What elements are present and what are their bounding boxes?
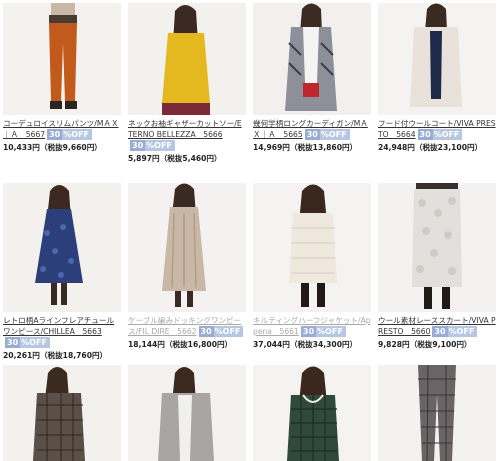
- product-card[interactable]: [253, 365, 371, 461]
- product-title[interactable]: ケーブル編みドッキングワンピース/FIL DIRE 5662 30 %OFF: [128, 315, 246, 337]
- product-price: 37,044円（税抜34,300円）: [253, 340, 358, 349]
- product-price: 10,433円（税抜9,660円）: [3, 143, 102, 152]
- product-title[interactable]: フード付ウールコート/VIVA PRESTO 5664 30 %OFF: [378, 118, 496, 140]
- discount-badge: 30 %OFF: [304, 129, 350, 140]
- product-price: 9,828円（税抜9,100円）: [378, 340, 472, 349]
- product-title[interactable]: 幾何学柄ロングカーディガン/MＡＸ｜Ａ 5665 30 %OFF: [253, 118, 371, 140]
- product-card[interactable]: [3, 365, 121, 461]
- product-card[interactable]: レトロ柄Aラインフレアチュールワンピース/CHILLEA 566330 %OFF …: [3, 183, 121, 361]
- product-price: 14,969円（税抜13,860円）: [253, 143, 358, 152]
- product-image[interactable]: [128, 365, 246, 461]
- product-image[interactable]: [378, 3, 496, 115]
- product-price: 5,897円（税抜5,460円）: [128, 154, 222, 163]
- discount-badge: 30 %OFF: [417, 129, 463, 140]
- discount-badge: 30 %OFF: [5, 337, 50, 348]
- product-card[interactable]: キルティングハーフジャケット/Appena 5661 30 %OFF 37,044円…: [253, 183, 371, 350]
- product-image[interactable]: [3, 365, 121, 461]
- product-image[interactable]: [3, 3, 121, 115]
- product-card[interactable]: [128, 365, 246, 461]
- product-card[interactable]: ネックお袖ギャザーカットソー/ETERNO BELLEZZA 566630 %OF…: [128, 3, 246, 164]
- product-card[interactable]: ケーブル編みドッキングワンピース/FIL DIRE 5662 30 %OFF 18,…: [128, 183, 246, 350]
- product-title[interactable]: キルティングハーフジャケット/Appena 5661 30 %OFF: [253, 315, 371, 337]
- product-image[interactable]: [128, 3, 246, 115]
- product-card[interactable]: [378, 365, 496, 461]
- product-price: 18,144円（税抜16,800円）: [128, 340, 233, 349]
- product-image[interactable]: [378, 183, 496, 312]
- product-title[interactable]: ウール素材レーススカート/VIVA PRESTO 5660 30 %OFF: [378, 315, 496, 337]
- discount-badge: 30 %OFF: [47, 129, 92, 140]
- product-price: 20,261円（税抜18,760円）: [3, 351, 108, 360]
- product-image[interactable]: [3, 183, 121, 312]
- discount-badge: 30 %OFF: [198, 326, 244, 337]
- product-card[interactable]: 幾何学柄ロングカーディガン/MＡＸ｜Ａ 5665 30 %OFF 14,969円（税…: [253, 3, 371, 153]
- product-title[interactable]: コーデュロイスリムパンツ/MＡＸ｜Ａ 5667 30 %OFF: [3, 118, 121, 140]
- product-card[interactable]: ウール素材レーススカート/VIVA PRESTO 5660 30 %OFF 9,82…: [378, 183, 496, 350]
- product-price: 24,948円（税抜23,100円）: [378, 143, 483, 152]
- product-image[interactable]: [253, 183, 371, 312]
- product-image[interactable]: [253, 365, 371, 461]
- discount-badge: 30 %OFF: [130, 140, 175, 151]
- product-card[interactable]: フード付ウールコート/VIVA PRESTO 5664 30 %OFF 24,948…: [378, 3, 496, 153]
- product-title[interactable]: ネックお袖ギャザーカットソー/ETERNO BELLEZZA 566630 %OF…: [128, 118, 246, 151]
- product-image[interactable]: [253, 3, 371, 115]
- product-title[interactable]: レトロ柄Aラインフレアチュールワンピース/CHILLEA 566330 %OFF: [3, 315, 121, 348]
- discount-badge: 30 %OFF: [432, 326, 478, 337]
- product-card[interactable]: コーデュロイスリムパンツ/MＡＸ｜Ａ 5667 30 %OFF 10,433円（税抜…: [3, 3, 121, 153]
- product-image[interactable]: [128, 183, 246, 312]
- discount-badge: 30 %OFF: [300, 326, 346, 337]
- product-image[interactable]: [378, 365, 496, 461]
